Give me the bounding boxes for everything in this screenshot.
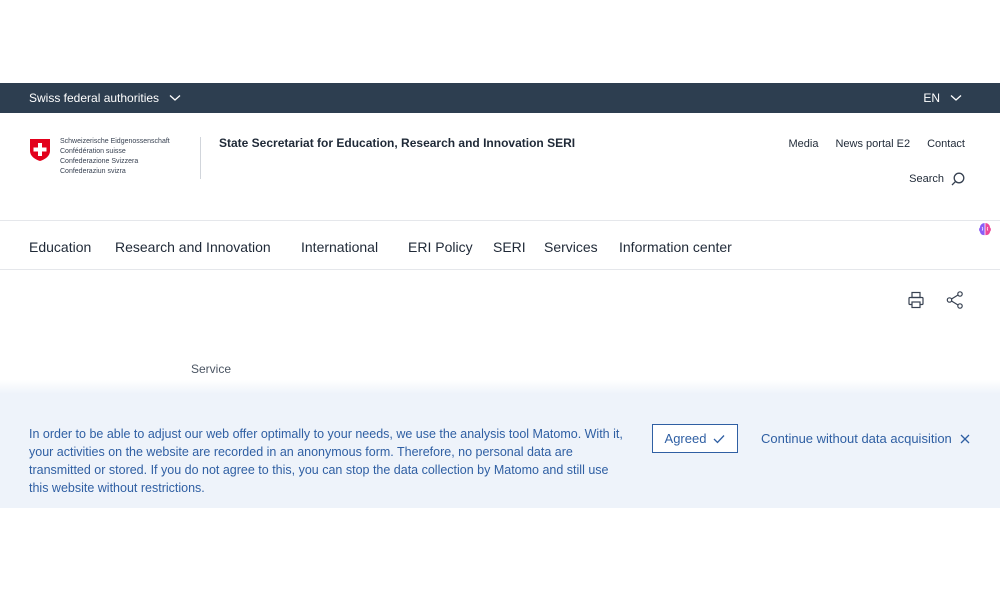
meta-navigation: Media News portal E2 Contact (789, 138, 965, 150)
logo-line-fr: Confédération suisse (60, 148, 126, 155)
close-icon (960, 434, 970, 443)
confederation-logo[interactable]: Schweizerische Eidgenossenschaft Confédé… (29, 137, 170, 177)
federal-authorities-bar: Swiss federal authorities EN (0, 83, 1000, 113)
agreed-button[interactable]: Agreed (652, 424, 738, 453)
language-selector[interactable]: EN (923, 91, 962, 105)
print-button[interactable] (906, 290, 926, 310)
nav-international[interactable]: International (301, 239, 378, 255)
continue-without-data-button[interactable]: Continue without data acquisition (761, 431, 970, 446)
swiss-cross-icon (30, 139, 50, 161)
chevron-down-icon (169, 95, 181, 101)
federal-authorities-label: Swiss federal authorities (29, 91, 160, 105)
print-icon (908, 291, 924, 309)
logo-line-it: Confederazione Svizzera (60, 158, 139, 165)
consent-message: In order to be able to adjust our web of… (29, 427, 623, 495)
confederation-names: Schweizerische Eidgenossenschaft Confédé… (60, 137, 170, 177)
cookie-consent-banner: In order to be able to adjust our web of… (0, 394, 1000, 508)
logo-line-rm: Confederaziun svizra (60, 168, 126, 175)
nav-eri-policy[interactable]: ERI Policy (408, 239, 473, 255)
continue-label: Continue without data acquisition (761, 431, 952, 446)
share-button[interactable] (945, 290, 965, 310)
nav-services[interactable]: Services (544, 239, 598, 255)
nav-seri[interactable]: SERI (493, 239, 526, 255)
agreed-label: Agreed (664, 431, 707, 446)
banner-shadow (0, 380, 1000, 394)
main-navigation: Education Research and Innovation Intern… (0, 222, 1000, 270)
nav-education[interactable]: Education (29, 239, 91, 255)
share-icon (946, 291, 963, 309)
chevron-down-icon (950, 95, 962, 101)
federal-authorities-toggle[interactable]: Swiss federal authorities (29, 91, 181, 105)
nav-information-center[interactable]: Information center (619, 239, 732, 255)
nav-research-innovation[interactable]: Research and Innovation (115, 239, 271, 255)
header-divider (200, 137, 201, 179)
site-header: Schweizerische Eidgenossenschaft Confédé… (0, 113, 1000, 221)
search-button[interactable]: Search (909, 172, 965, 186)
search-label: Search (909, 173, 944, 185)
meta-nav-contact[interactable]: Contact (927, 138, 965, 150)
site-title[interactable]: State Secretariat for Education, Researc… (219, 136, 575, 150)
search-icon (951, 172, 965, 186)
service-breadcrumb[interactable]: Service (191, 362, 231, 376)
check-icon (713, 434, 725, 443)
logo-line-de: Schweizerische Eidgenossenschaft (60, 138, 170, 145)
language-label: EN (923, 91, 940, 105)
brain-icon[interactable] (977, 221, 993, 237)
meta-nav-media[interactable]: Media (789, 138, 819, 150)
meta-nav-news-portal[interactable]: News portal E2 (835, 138, 910, 150)
